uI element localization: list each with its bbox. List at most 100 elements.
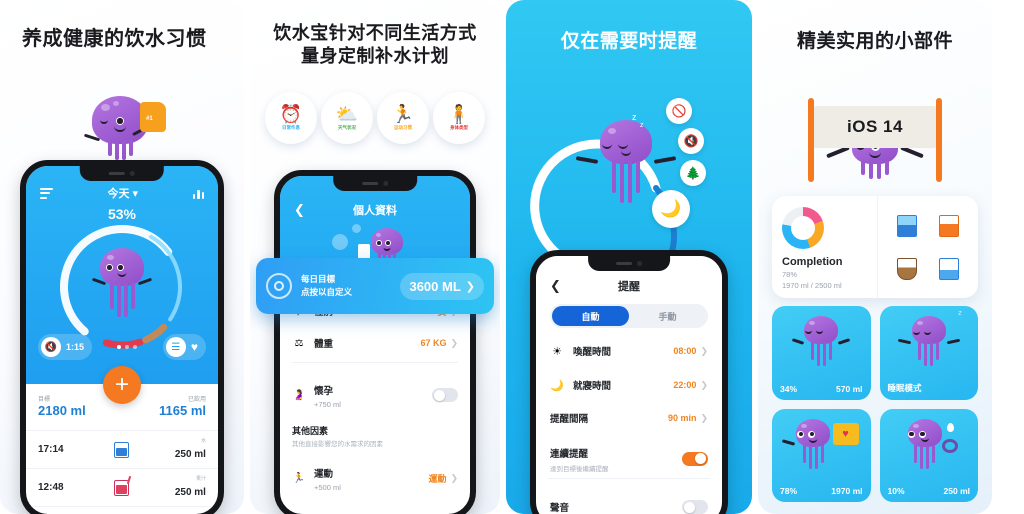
badge-exercise[interactable]: 🏃 运动习惯 — [377, 92, 429, 144]
home-topbar: 今天 ▾ — [26, 184, 218, 202]
continuous-reminder-toggle[interactable] — [682, 451, 708, 466]
running-icon: 🏃 — [292, 472, 306, 484]
panel-headline: 精美实用的小部件 — [796, 31, 953, 52]
tile-amount: 570 ml — [836, 383, 863, 394]
tab-manual[interactable]: 手動 — [629, 306, 706, 326]
badge-daily-routine[interactable]: ⏰ 日常作息 — [265, 92, 317, 144]
moon-cloud-icon: 🌙 — [550, 379, 564, 392]
moon-icon: 🌙 — [652, 190, 690, 228]
reminder-row-sleep[interactable]: 🌙 就寢時間 22:00 ❯ — [536, 378, 722, 393]
eye-right — [116, 117, 124, 125]
flag-text: #1 — [146, 116, 153, 122]
drunk-total: 已飲用 1165 ml — [159, 397, 206, 418]
foam-finger-flag — [140, 102, 166, 132]
speaker-mute-icon: 🔇 — [678, 128, 704, 154]
list-icon[interactable]: ☰ — [165, 337, 186, 357]
badge-weather[interactable]: ⛅ 天气状况 — [321, 92, 373, 144]
section-subtitle: 其他直接影響您的水需求的因素 — [292, 441, 383, 448]
tile-amount: 1970 ml — [831, 486, 863, 496]
setting-row-weight[interactable]: ⚖ 體重 67 KG ❯ — [280, 336, 470, 351]
reminder-row-sound[interactable]: 聲音 — [536, 500, 722, 514]
target-icon — [266, 273, 292, 299]
widget-tile-progress-10[interactable]: 10% 250 ml — [879, 408, 978, 502]
chevron-right-icon: ❯ — [700, 345, 708, 356]
water-cup-icon[interactable] — [938, 257, 959, 280]
phone-frame-home: 今天 ▾ 53% 🔇 1:15 ☰ ♥ + 目標 2180 ml 已飲用 116… — [20, 160, 224, 514]
panel-widgets: 精美实用的小部件 iOS 14 Completion 78% 1970 ml /… — [758, 0, 992, 514]
goal-card-line2: 点按以自定义 — [301, 287, 353, 297]
completion-percent: 78% — [782, 270, 798, 279]
chevron-down-icon: ▾ — [132, 188, 139, 200]
completion-donut — [782, 207, 824, 249]
sleep-z-icon: z — [958, 310, 962, 317]
chevron-right-icon: ❯ — [465, 280, 475, 293]
widget-tile-progress-34[interactable]: 34% 570 ml — [772, 306, 871, 400]
page-title: 提醒 — [618, 281, 640, 293]
pregnancy-icon: 🤰 — [292, 389, 306, 401]
coffee-cup-icon[interactable] — [896, 257, 917, 280]
panel-headline: 饮水宝针对不同生活方式量身定制补水计划 — [273, 23, 477, 67]
weather-icon: ⛅ — [335, 104, 359, 124]
sleep-z-icon: z — [632, 112, 637, 122]
panel-headline: 养成健康的饮水习惯 — [22, 28, 207, 50]
phone-notch — [588, 256, 670, 271]
water-glass-icon[interactable] — [896, 214, 917, 237]
widget-card-medium[interactable]: Completion 78% 1970 ml / 2500 ml — [772, 196, 978, 298]
section-title: 其他因素 — [292, 426, 329, 436]
widget-tiles-grid: 34% 570 ml z 睡眠模式 ♥ 78% 1970 ml 10% 250 … — [772, 306, 978, 502]
heart-icon[interactable]: ♥ — [191, 340, 198, 354]
speaker-mute-icon[interactable]: 🔇 — [41, 337, 61, 357]
daily-goal-card[interactable]: 每日目標 点按以自定义 3600 ML ❯ — [256, 258, 494, 314]
add-drink-button[interactable]: + — [103, 366, 141, 404]
body-type-icon: 🧍 — [447, 104, 471, 124]
table-row[interactable]: 12:43 水 150 ml — [26, 506, 218, 514]
quick-add-widget — [878, 196, 979, 298]
juice-glass-icon — [95, 479, 149, 496]
tile-percent: 78% — [780, 486, 798, 496]
table-row[interactable]: 17:14 水 250 ml — [26, 430, 218, 468]
list-favorite-pill[interactable]: ☰ ♥ — [162, 334, 206, 360]
timer-label: 1:15 — [66, 342, 85, 352]
table-row[interactable]: 12:48 果汁 250 ml — [26, 468, 218, 506]
tab-auto[interactable]: 自動 — [552, 306, 629, 326]
page-title: 個人資料 — [353, 205, 397, 217]
weight-icon: ⚖ — [294, 337, 304, 349]
completion-label: Completion — [782, 256, 843, 268]
mode-segmented-control[interactable]: 自動 手動 — [550, 304, 708, 328]
reminder-row-interval[interactable]: 提醒間隔 90 min ❯ — [536, 411, 722, 426]
factor-badges: ⏰ 日常作息 ⛅ 天气状况 🏃 运动习惯 🧍 身体类型 — [250, 92, 500, 144]
tree-icon: 🌲 — [680, 160, 706, 186]
orange-mug-icon[interactable] — [938, 214, 959, 237]
widget-tile-progress-78[interactable]: ♥ 78% 1970 ml — [772, 408, 871, 502]
goal-card-line1: 每日目標 — [301, 274, 336, 285]
alarm-clock-icon: ⏰ — [279, 104, 303, 124]
badge-body-type[interactable]: 🧍 身体类型 — [433, 92, 485, 144]
bar-chart-icon[interactable] — [192, 188, 204, 199]
sound-toggle[interactable] — [682, 500, 708, 514]
goal-value-button[interactable]: 3600 ML ❯ — [400, 272, 484, 300]
reminder-row-continuous[interactable]: 連續提醒 達到目標後繼續提醒 — [536, 444, 722, 473]
reminder-row-wake[interactable]: ☀ 喚醒時間 08:00 ❯ — [536, 344, 722, 359]
setting-row-pregnancy[interactable]: 🤰 懷孕 +750 ml — [280, 381, 470, 409]
page-dots[interactable] — [117, 345, 138, 349]
date-selector[interactable]: 今天 ▾ — [107, 185, 138, 201]
phone-frame-profile: ❮ 個人資料 ⚖ 體重 67 KG ❯ 🤰 懷孕 +750 ml 其他因素 其他… — [274, 170, 476, 514]
hamburger-icon[interactable] — [40, 185, 53, 201]
setting-row-exercise[interactable]: 🏃 運動 +500 ml 運動 ❯ — [280, 464, 470, 492]
phone-notch — [79, 166, 165, 181]
tile-amount: 250 ml — [943, 486, 970, 496]
ios14-banner: iOS 14 — [800, 92, 950, 188]
water-glass-icon — [95, 441, 149, 458]
mute-timer-pill[interactable]: 🔇 1:15 — [38, 334, 93, 360]
banner-text: iOS 14 — [814, 106, 936, 148]
pregnancy-toggle[interactable] — [432, 388, 458, 402]
panel-headline: 仅在需要时提醒 — [560, 31, 698, 52]
sun-icon: ☀ — [552, 345, 562, 358]
app-store-screenshot-gallery: 养成健康的饮水习惯 #1 今天 ▾ 53% 🔇 1:15 ☰ ♥ + 目標 21… — [0, 0, 1024, 514]
octopus-mascot-flag: #1 — [72, 96, 168, 168]
completion-amount: 1970 ml / 2500 ml — [782, 281, 842, 290]
tile-percent: 34% — [780, 383, 798, 394]
widget-tile-sleep-mode[interactable]: z 睡眠模式 — [879, 306, 978, 400]
completion-widget: Completion 78% 1970 ml / 2500 ml — [772, 196, 878, 298]
sleep-z-icon: z — [640, 122, 644, 129]
